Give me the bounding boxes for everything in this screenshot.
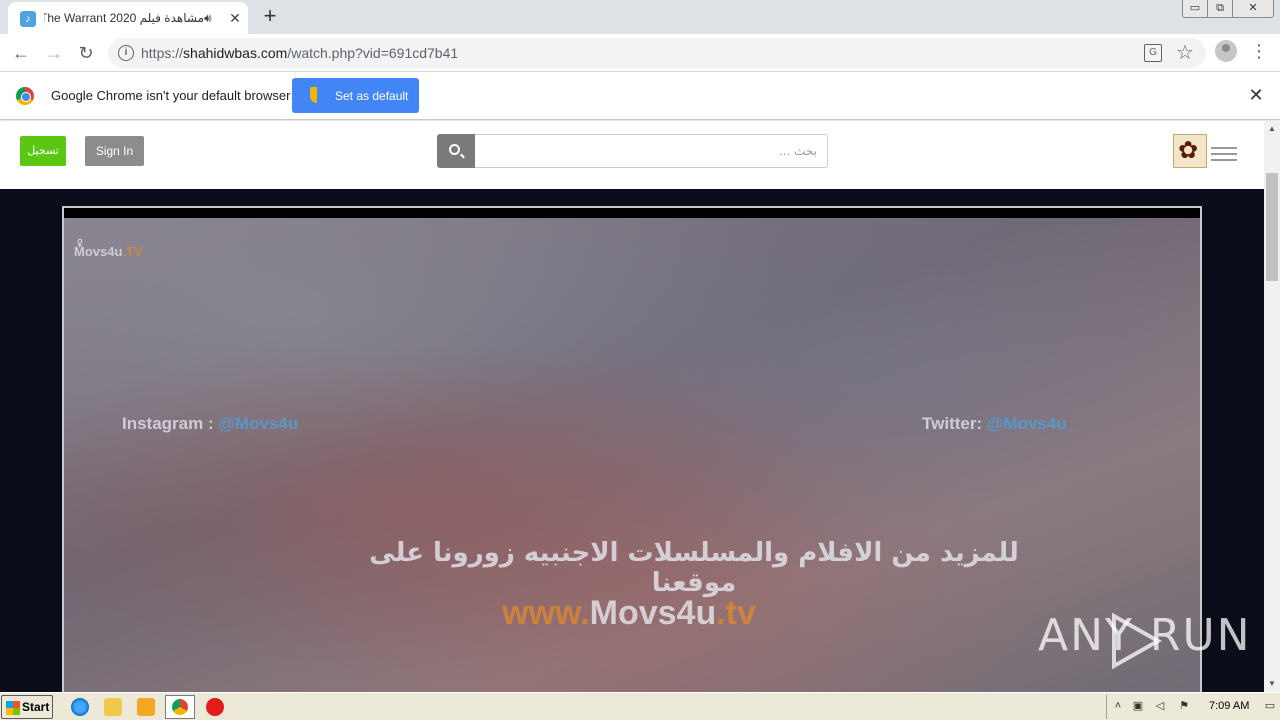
search-input[interactable]	[475, 134, 828, 168]
maximize-button[interactable]: ⧉	[1207, 0, 1233, 18]
search-button[interactable]	[437, 134, 475, 168]
kebab-menu-icon[interactable]: ⋮	[1250, 40, 1268, 64]
browser-tab[interactable]: ♪ مشاهدة فيلم The Warrant 2020 🔊︎ ✕	[8, 2, 248, 34]
set-as-default-button[interactable]: Set as default	[292, 78, 419, 113]
translate-icon[interactable]: G	[1144, 44, 1162, 62]
watermark-name: Movs4u	[74, 244, 123, 259]
tray-expand-icon[interactable]: ˄	[1111, 699, 1125, 713]
watermark-accent: .TV	[122, 244, 143, 259]
windows-flag-icon	[6, 701, 20, 715]
scroll-thumb[interactable]	[1266, 173, 1278, 281]
video-subtitle-arabic: للمزيد من الافلام والمسلسلات الاجنبيه زو…	[369, 538, 1019, 598]
folder-icon[interactable]	[104, 698, 122, 716]
chrome-logo-icon	[16, 87, 34, 105]
new-tab-button[interactable]: +	[258, 5, 282, 29]
network-icon[interactable]: ▣	[1131, 699, 1145, 713]
shield-icon	[310, 87, 324, 103]
play-triangle-icon	[1112, 612, 1162, 670]
action-center-flag-icon[interactable]: ⚑	[1177, 699, 1191, 713]
infobar-message: Google Chrome isn't your default browser	[51, 88, 291, 103]
screen: ♪ مشاهدة فيلم The Warrant 2020 🔊︎ ✕ + ▭ …	[0, 0, 1280, 720]
video-player[interactable]: ♀ Movs4u.TV Instagram : @Movs4u Twitter:…	[62, 206, 1202, 696]
tab-close-button[interactable]: ✕	[226, 9, 244, 27]
windows-taskbar: Start ˄ ▣ ◁ ⚑ 7:09 AM ▭	[0, 692, 1280, 720]
music-note-icon: ♪	[20, 11, 36, 27]
url-path: /watch.php?vid=691cd7b41	[287, 45, 459, 61]
video-watermark: Movs4u.TV	[74, 244, 143, 259]
instagram-caption: Instagram : @Movs4u	[122, 414, 298, 434]
system-tray: ˄ ▣ ◁ ⚑ 7:09 AM ▭	[1106, 695, 1280, 719]
search-icon	[449, 144, 460, 155]
show-desktop-icon[interactable]: ▭	[1263, 699, 1277, 713]
site-prefix: www.	[502, 594, 590, 632]
speaker-icon[interactable]: 🔊︎	[204, 10, 220, 26]
opera-icon[interactable]	[206, 698, 224, 716]
url-text[interactable]: https://shahidwbas.com/watch.php?vid=691…	[141, 45, 458, 61]
infobar-close-button[interactable]: ✕	[1246, 85, 1266, 105]
chrome-icon	[172, 699, 188, 715]
scroll-up-arrow-icon[interactable]: ▲	[1264, 121, 1280, 137]
media-player-icon[interactable]	[137, 698, 155, 716]
start-button[interactable]: Start	[1, 695, 53, 719]
site-name: Movs4u	[589, 594, 717, 632]
back-arrow-icon[interactable]: ←	[8, 40, 34, 66]
url-scheme: https://	[141, 45, 184, 61]
volume-icon[interactable]: ◁	[1153, 699, 1167, 713]
player-top-bar	[64, 208, 1200, 218]
twitter-caption: Twitter: @Movs4u_	[922, 414, 1076, 434]
twitter-label: Twitter:	[922, 414, 987, 433]
video-subtitle-site: www.Movs4u.tv	[479, 594, 779, 633]
info-icon[interactable]: i	[118, 45, 134, 61]
bookmark-star-icon[interactable]: ☆	[1176, 41, 1194, 65]
url-host: shahidwbas.com	[183, 45, 288, 61]
window-close-button[interactable]: ✕	[1232, 0, 1274, 18]
scroll-down-arrow-icon[interactable]: ▼	[1264, 676, 1280, 692]
twitter-handle: @Movs4u_	[986, 414, 1077, 433]
sign-in-button[interactable]: Sign In	[85, 136, 144, 166]
reload-icon[interactable]: ↻	[73, 40, 99, 66]
hamburger-menu-icon[interactable]	[1211, 147, 1237, 161]
instagram-handle: @Movs4u	[218, 414, 299, 433]
minimize-button[interactable]: ▭	[1182, 0, 1208, 18]
start-label: Start	[22, 700, 50, 714]
tab-strip: ♪ مشاهدة فيلم The Warrant 2020 🔊︎ ✕ + ▭ …	[0, 0, 1280, 34]
default-browser-infobar: Google Chrome isn't your default browser…	[0, 72, 1280, 120]
tab-title: مشاهدة فيلم The Warrant 2020	[44, 11, 204, 25]
site-suffix: .tv	[716, 594, 756, 632]
forward-arrow-icon[interactable]: →	[41, 40, 67, 66]
chrome-taskbar-button[interactable]	[165, 695, 195, 719]
profile-avatar-icon[interactable]	[1215, 40, 1237, 62]
instagram-label: Instagram :	[122, 414, 219, 433]
site-logo[interactable]	[1173, 134, 1207, 168]
internet-explorer-icon[interactable]	[71, 698, 89, 716]
site-header: تسجيل Sign In	[0, 121, 1264, 189]
set-as-default-label: Set as default	[335, 89, 409, 103]
page-scrollbar[interactable]: ▲ ▼	[1264, 121, 1280, 692]
address-bar[interactable]: i https://shahidwbas.com/watch.php?vid=6…	[108, 38, 1206, 68]
clock[interactable]: 7:09 AM	[1209, 700, 1249, 712]
video-frame[interactable]: ♀ Movs4u.TV Instagram : @Movs4u Twitter:…	[64, 218, 1200, 694]
browser-toolbar: ← → ↻ i https://shahidwbas.com/watch.php…	[0, 34, 1280, 72]
register-button[interactable]: تسجيل	[20, 136, 66, 166]
